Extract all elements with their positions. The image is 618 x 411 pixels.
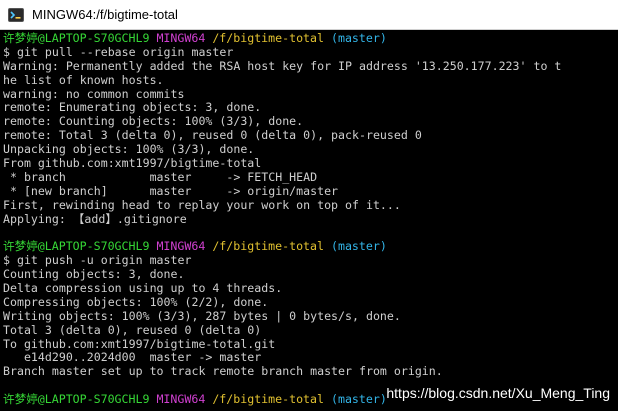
prompt-path: /f/bigtime-total <box>212 31 324 45</box>
terminal-line: Counting objects: 3, done. <box>3 267 185 282</box>
terminal-line: First, rewinding head to replay your wor… <box>3 197 401 212</box>
prompt-msys: MINGW64 <box>156 239 206 254</box>
terminal-line: Warning: Permanently added the RSA host … <box>3 58 562 73</box>
prompt-user: 许梦婷@LAPTOP-S70GCHL9 <box>3 392 150 407</box>
terminal-output[interactable]: 许梦婷@LAPTOP-S70GCHL9 MINGW64 /f/bigtime-t… <box>0 30 618 411</box>
prompt-msys: MINGW64 <box>156 392 206 407</box>
prompt-user: 许梦婷@LAPTOP-S70GCHL9 <box>3 239 150 254</box>
terminal-line: Applying: 【add】.gitignore <box>3 211 187 226</box>
prompt-msys: MINGW64 <box>156 31 206 45</box>
terminal-line: * [new branch] master -> origin/master <box>3 183 339 198</box>
terminal-line: $ git pull --rebase origin master <box>3 44 234 59</box>
terminal-line: remote: Enumerating objects: 3, done. <box>3 100 262 115</box>
terminal-line: Writing objects: 100% (3/3), 287 bytes |… <box>3 308 401 323</box>
prompt-path: /f/bigtime-total <box>212 392 324 407</box>
terminal-line: * branch master -> FETCH_HEAD <box>3 169 318 184</box>
terminal-window: MINGW64:/f/bigtime-total 许梦婷@LAPTOP-S70G… <box>0 0 618 411</box>
terminal-line: remote: Total 3 (delta 0), reused 0 (del… <box>3 128 422 143</box>
terminal-line: Compressing objects: 100% (2/2), done. <box>3 294 269 309</box>
terminal-line: he list of known hosts. <box>3 72 164 87</box>
terminal-line: Branch master set up to track remote bra… <box>3 364 443 379</box>
prompt-branch: (master) <box>330 392 387 407</box>
terminal-line: Delta compression using up to 4 threads. <box>3 281 283 296</box>
prompt-line: 许梦婷@LAPTOP-S70GCHL9 MINGW64 /f/bigtime-t… <box>3 31 618 46</box>
terminal-line: Unpacking objects: 100% (3/3), done. <box>3 142 255 157</box>
mingw64-terminal-icon <box>8 7 24 22</box>
terminal-line: e14d290..2024d00 master -> master <box>3 350 262 365</box>
window-title: MINGW64:/f/bigtime-total <box>32 7 178 22</box>
title-bar[interactable]: MINGW64:/f/bigtime-total <box>0 0 618 30</box>
terminal-line: To github.com:xmt1997/bigtime-total.git <box>3 336 276 351</box>
prompt-path: /f/bigtime-total <box>212 239 324 254</box>
prompt-branch: (master) <box>330 239 387 254</box>
terminal-line: Total 3 (delta 0), reused 0 (delta 0) <box>3 322 262 337</box>
terminal-line: warning: no common commits <box>3 86 185 101</box>
terminal-line: remote: Counting objects: 100% (3/3), do… <box>3 114 304 129</box>
prompt-user: 许梦婷@LAPTOP-S70GCHL9 <box>3 31 150 45</box>
watermark: https://blog.csdn.net/Xu_Meng_Ting <box>386 385 610 401</box>
prompt-line: 许梦婷@LAPTOP-S70GCHL9 MINGW64 /f/bigtime-t… <box>3 239 618 254</box>
terminal-line: $ git push -u origin master <box>3 253 192 268</box>
terminal-line: From github.com:xmt1997/bigtime-total <box>3 156 262 171</box>
prompt-branch: (master) <box>330 31 387 45</box>
